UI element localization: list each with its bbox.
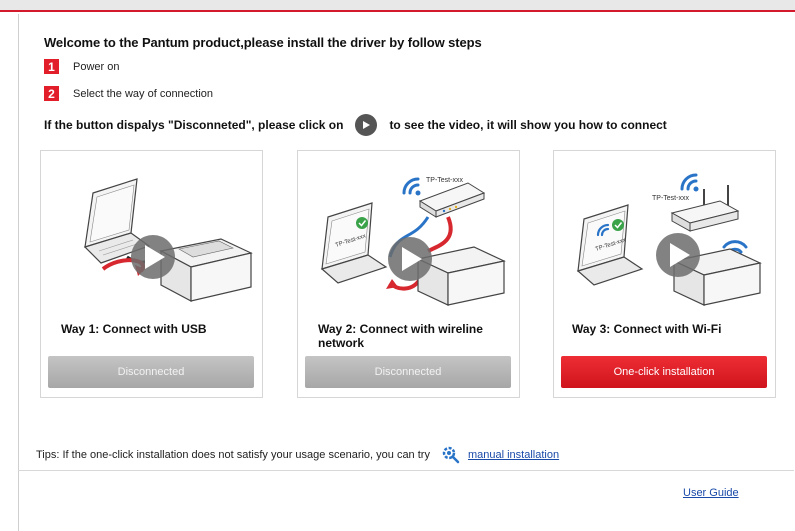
notice-text-after: to see the video, it will show you how t… xyxy=(389,118,667,132)
step-2: 2 Select the way of connection xyxy=(44,86,213,101)
divider xyxy=(18,470,794,471)
way-card-wireline: TP-Test-xxx TP-Test-xxx Way 2: Connect w… xyxy=(297,150,520,398)
manual-installation-link[interactable]: manual installation xyxy=(468,449,559,461)
way-label: Way 3: Connect with Wi-Fi xyxy=(572,322,722,336)
check-icon xyxy=(356,217,368,229)
play-icon[interactable] xyxy=(355,114,378,136)
tips-text: Tips: If the one-click installation does… xyxy=(36,449,430,461)
wifi-icon xyxy=(402,177,420,195)
router-label: TP-Test-xxx xyxy=(426,177,463,184)
gear-magnifier-icon[interactable] xyxy=(442,446,460,464)
disconnected-notice: If the button dispalys "Disconneted", pl… xyxy=(44,114,667,136)
step-text: Select the way of connection xyxy=(73,87,214,100)
play-icon xyxy=(388,237,432,281)
usb-illustration xyxy=(83,178,253,302)
step-number-badge: 1 xyxy=(44,59,59,74)
notice-text-before: If the button dispalys "Disconneted", pl… xyxy=(44,118,344,132)
way-card-wifi: TP-Test-xxx TP-Test-xxx Way 3: Connect w… xyxy=(553,150,776,398)
step-number-badge: 2 xyxy=(44,86,59,101)
way-label: Way 1: Connect with USB xyxy=(61,322,207,336)
disconnected-button[interactable]: Disconnected xyxy=(48,356,254,388)
user-guide-link[interactable]: User Guide xyxy=(683,487,739,499)
check-icon xyxy=(612,219,624,231)
wireline-illustration: TP-Test-xxx TP-Test-xxx xyxy=(320,177,506,306)
window-top-bar xyxy=(0,0,795,12)
tips-line: Tips: If the one-click installation does… xyxy=(36,446,559,464)
play-icon xyxy=(131,235,175,279)
step-1: 1 Power on xyxy=(44,59,119,74)
wifi-illustration: TP-Test-xxx TP-Test-xxx xyxy=(576,173,762,306)
wifi-icon xyxy=(680,173,698,191)
router-label: TP-Test-xxx xyxy=(652,195,689,202)
disconnected-button[interactable]: Disconnected xyxy=(305,356,511,388)
one-click-installation-button[interactable]: One-click installation xyxy=(561,356,767,388)
way-card-usb: Way 1: Connect with USB Disconnected xyxy=(40,150,263,398)
step-text: Power on xyxy=(73,60,120,73)
play-icon xyxy=(656,233,700,277)
way-label: Way 2: Connect with wireline network xyxy=(318,322,483,350)
page-title: Welcome to the Pantum product,please ins… xyxy=(44,35,482,50)
